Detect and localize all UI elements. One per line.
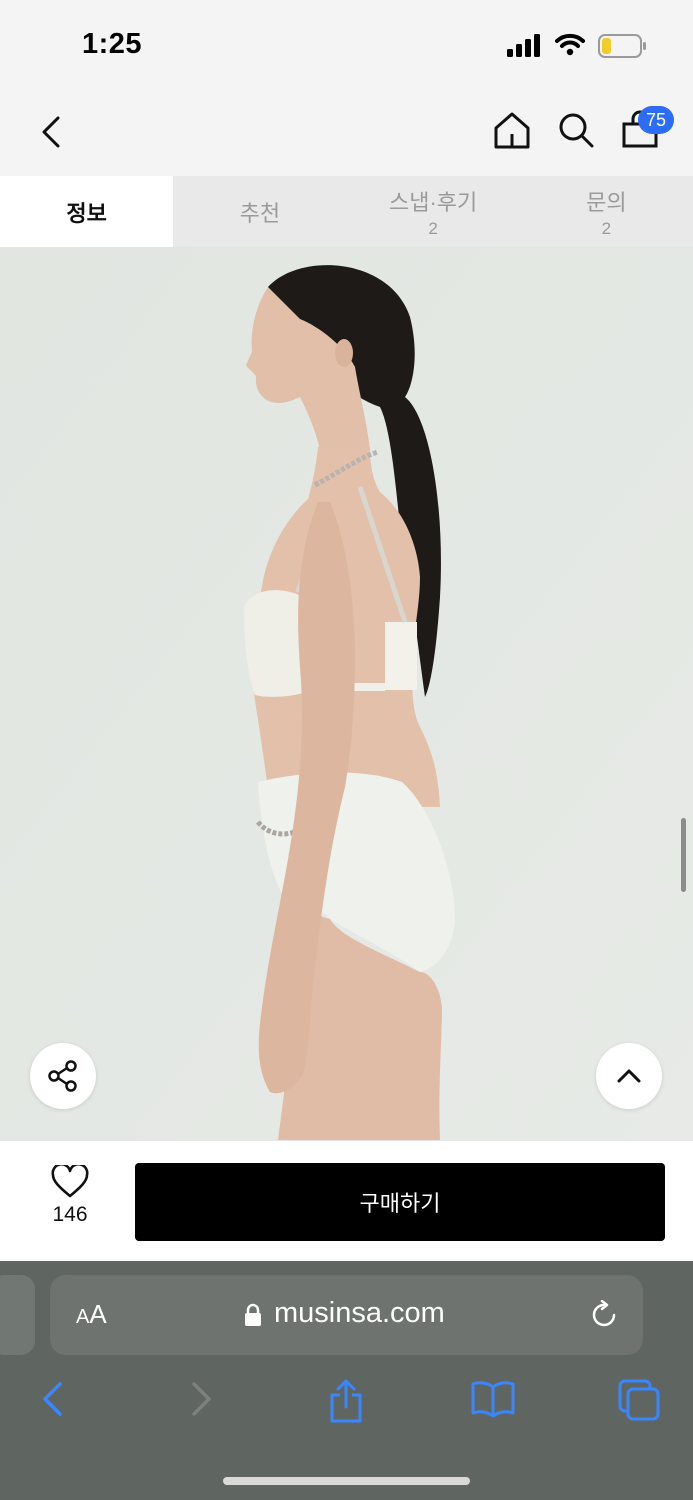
share-button[interactable]: [30, 1043, 96, 1109]
buy-button-label: 구매하기: [359, 1191, 441, 1216]
scroll-indicator[interactable]: [681, 818, 686, 892]
text-size-small-glyph: A: [76, 1306, 90, 1328]
scroll-top-button[interactable]: [596, 1043, 662, 1109]
share-icon: [48, 1060, 77, 1092]
signal-icon: [507, 34, 540, 57]
back-icon[interactable]: [38, 1379, 66, 1419]
tab-label: 정보: [66, 200, 107, 226]
text-size-button[interactable]: AA: [76, 1299, 107, 1330]
tab-info[interactable]: 정보: [0, 176, 174, 247]
tab-label: 추천: [239, 200, 281, 226]
cart-count-badge: 75: [638, 106, 674, 134]
text-size-large-glyph: A: [89, 1299, 107, 1329]
purchase-bar: 146 구매하기: [0, 1140, 693, 1262]
bookmarks-icon[interactable]: [470, 1379, 516, 1419]
chevron-left-icon[interactable]: [36, 112, 66, 152]
previous-tab-preview[interactable]: [0, 1275, 35, 1355]
home-indicator: [223, 1477, 470, 1485]
like-count: 146: [52, 1203, 88, 1226]
like-button[interactable]: 146: [40, 1165, 100, 1235]
status-time: 1:25: [82, 28, 143, 60]
tabs-icon[interactable]: [618, 1379, 662, 1423]
buy-button[interactable]: 구매하기: [135, 1163, 665, 1241]
tab-inquiry[interactable]: 문의 2: [520, 176, 693, 247]
tab-bar: 정보 추천 스냅·후기 2 문의 2: [0, 176, 693, 247]
tab-label: 스냅·후기: [388, 189, 478, 215]
tab-count: 2: [428, 218, 438, 238]
top-nav: 75: [0, 90, 693, 176]
tab-count: 2: [601, 218, 612, 238]
product-image[interactable]: [0, 247, 693, 1140]
wifi-icon: [555, 33, 585, 56]
home-icon[interactable]: [492, 110, 532, 150]
search-icon[interactable]: [556, 110, 596, 150]
tab-label: 문의: [586, 189, 627, 215]
browser-toolbar: AA musinsa.com: [0, 1261, 693, 1500]
heart-icon: [51, 1165, 89, 1198]
model-photo: [0, 247, 693, 1140]
tab-recommend[interactable]: 추천: [173, 176, 346, 247]
status-bar: 1:25: [0, 0, 693, 90]
reload-icon[interactable]: [590, 1300, 620, 1330]
forward-icon[interactable]: [188, 1379, 216, 1419]
share-icon[interactable]: [328, 1379, 364, 1423]
url-text: musinsa.com: [274, 1297, 445, 1329]
battery-icon: [598, 34, 646, 58]
lock-icon: [245, 1303, 261, 1326]
address-bar[interactable]: AA musinsa.com: [50, 1275, 643, 1355]
tab-snap-review[interactable]: 스냅·후기 2: [347, 176, 520, 247]
chevron-up-icon: [617, 1069, 641, 1083]
